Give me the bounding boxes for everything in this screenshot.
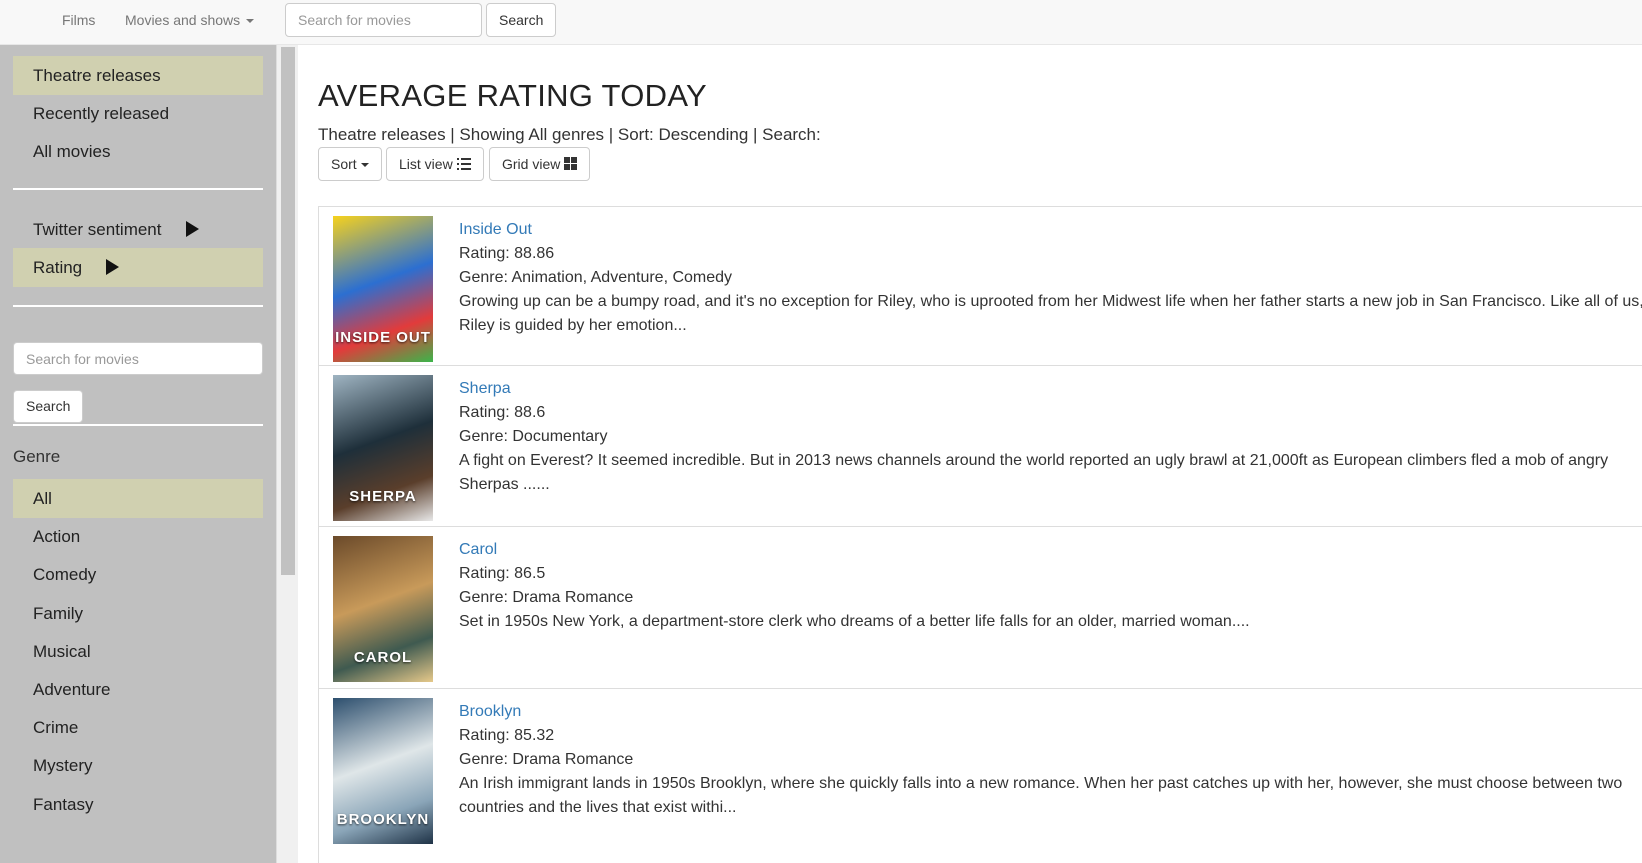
sidebar-divider — [13, 188, 263, 190]
main-content: AVERAGE RATING TODAY Theatre releases | … — [298, 45, 1642, 863]
movie-title-link[interactable]: Brooklyn — [459, 700, 1642, 724]
play-triangle-icon — [106, 259, 120, 276]
sidebar-item-genre-mystery[interactable]: Mystery — [13, 746, 263, 785]
sidebar-item-genre-fantasy[interactable]: Fantasy — [13, 785, 263, 824]
movie-rating: Rating: 86.5 — [459, 565, 546, 582]
sidebar-scrollbar[interactable] — [276, 45, 298, 863]
nav-search-input[interactable] — [285, 3, 482, 37]
sidebar-item-rating[interactable]: Rating — [13, 248, 263, 287]
movie-title-link[interactable]: Carol — [459, 538, 1642, 562]
sidebar-item-label: All — [33, 489, 52, 508]
scrollbar-thumb[interactable] — [281, 47, 295, 575]
nav-films-link[interactable]: Films — [62, 12, 95, 28]
grid-icon — [564, 157, 578, 171]
movie-title-link[interactable]: Inside Out — [459, 218, 1642, 242]
movie-rating: Rating: 88.86 — [459, 245, 555, 262]
sidebar-search-button[interactable]: Search — [13, 390, 84, 423]
top-navbar: Films Movies and shows Search — [0, 0, 1642, 45]
poster-title-text: BROOKLYN — [336, 811, 430, 828]
page-title: AVERAGE RATING TODAY — [318, 78, 707, 113]
movie-info: Sherpa Rating: 88.6 Genre: Documentary A fi… — [459, 377, 1642, 497]
movie-info: Carol Rating: 86.5 Genre: Drama Romance Set… — [459, 538, 1642, 634]
movie-rating: Rating: 88.6 — [459, 404, 546, 421]
sidebar-item-recently-released[interactable]: Recently released — [13, 94, 263, 133]
list-view-label: List view — [399, 156, 453, 172]
movie-description: Growing up can be a bumpy road, and it's… — [459, 293, 1642, 334]
movie-list: INSIDE OUT Inside Out Rating: 88.86 Genre: … — [318, 206, 1642, 863]
movie-poster[interactable]: BROOKLYN — [333, 698, 433, 844]
movie-list-item: INSIDE OUT Inside Out Rating: 88.86 Genre: … — [318, 207, 1642, 366]
sidebar-item-label: Crime — [33, 718, 79, 738]
sidebar-item-label: All movies — [33, 142, 111, 161]
sidebar-item-label: Musical — [33, 641, 91, 661]
sidebar-item-label: Rating — [33, 258, 83, 277]
sidebar-item-label: Theatre releases — [33, 66, 161, 85]
movie-genre: Genre: Drama Romance — [459, 751, 634, 768]
movie-list-item: CAROL Carol Rating: 86.5 Genre: Drama Roman… — [318, 527, 1642, 689]
caret-down-icon — [360, 163, 369, 168]
poster-title-text: CAROL — [353, 649, 413, 666]
movie-description: Set in 1950s New York, a department-stor… — [459, 613, 1250, 630]
movie-list-item: BROOKLYN Brooklyn Rating: 85.32 Genre: Dram… — [318, 689, 1642, 863]
movie-genre: Genre: Drama Romance — [459, 589, 634, 606]
caret-down-icon — [246, 19, 255, 24]
sidebar-item-genre-crime[interactable]: Crime — [13, 708, 263, 747]
poster-title-text: SHERPA — [349, 488, 417, 505]
movie-info: Inside Out Rating: 88.86 Genre: Animation,… — [459, 218, 1642, 338]
sidebar-item-genre-musical[interactable]: Musical — [13, 632, 263, 671]
sidebar-item-label: Twitter sentiment — [33, 220, 162, 239]
movie-info: Brooklyn Rating: 85.32 Genre: Drama Romanc… — [459, 700, 1642, 820]
genre-heading: Genre — [13, 447, 61, 466]
sidebar-item-genre-all[interactable]: All — [13, 479, 263, 518]
nav-movies-dropdown[interactable]: Movies and shows — [125, 12, 255, 28]
sort-dropdown-button[interactable]: Sort — [318, 147, 382, 181]
sidebar-item-genre-action[interactable]: Action — [13, 517, 263, 556]
nav-search-button[interactable]: Search — [486, 3, 557, 37]
sidebar-divider — [13, 424, 263, 426]
movie-genre: Genre: Documentary — [459, 428, 608, 445]
grid-view-button[interactable]: Grid view — [489, 147, 591, 181]
sidebar-item-label: Mystery — [33, 756, 93, 776]
sidebar-search-input[interactable] — [13, 342, 263, 375]
nav-movies-label: Movies and shows — [125, 12, 241, 28]
movie-poster[interactable]: SHERPA — [333, 375, 433, 521]
grid-view-label: Grid view — [502, 156, 561, 172]
movie-title-link[interactable]: Sherpa — [459, 377, 1642, 401]
sidebar-item-label: Comedy — [33, 565, 97, 585]
movie-poster[interactable]: CAROL — [333, 536, 433, 682]
sidebar-item-genre-adventure[interactable]: Adventure — [13, 670, 263, 709]
list-view-button[interactable]: List view — [386, 147, 484, 181]
poster-title-text: INSIDE OUT — [335, 329, 431, 346]
sidebar-item-theatre-releases[interactable]: Theatre releases — [13, 56, 263, 95]
sort-label: Sort — [331, 156, 357, 172]
sidebar-item-twitter-sentiment[interactable]: Twitter sentiment — [13, 210, 263, 249]
sidebar-item-label: Recently released — [33, 104, 170, 123]
movie-list-item: SHERPA Sherpa Rating: 88.6 Genre: Documenta… — [318, 366, 1642, 527]
movie-description: An Irish immigrant lands in 1950s Brookl… — [459, 775, 1623, 816]
sidebar-item-all-movies[interactable]: All movies — [13, 132, 263, 171]
sidebar-item-label: Fantasy — [33, 794, 94, 814]
sidebar-divider — [13, 305, 263, 307]
filter-summary: Theatre releases | Showing All genres | … — [318, 125, 821, 144]
sidebar-item-genre-family[interactable]: Family — [13, 594, 263, 633]
sidebar-item-label: Adventure — [33, 680, 111, 699]
sidebar-item-label: Action — [33, 527, 81, 547]
movie-description: A fight on Everest? It seemed incredible… — [459, 452, 1609, 493]
list-icon — [456, 157, 471, 170]
sidebar-item-label: Family — [33, 603, 84, 623]
sidebar: Theatre releases Recently released All mov… — [0, 45, 276, 863]
movie-poster[interactable]: INSIDE OUT — [333, 216, 433, 362]
movie-rating: Rating: 85.32 — [459, 727, 555, 744]
sidebar-item-genre-comedy[interactable]: Comedy — [13, 555, 263, 594]
play-triangle-icon — [185, 221, 199, 238]
movie-genre: Genre: Animation, Adventure, Comedy — [459, 269, 733, 286]
